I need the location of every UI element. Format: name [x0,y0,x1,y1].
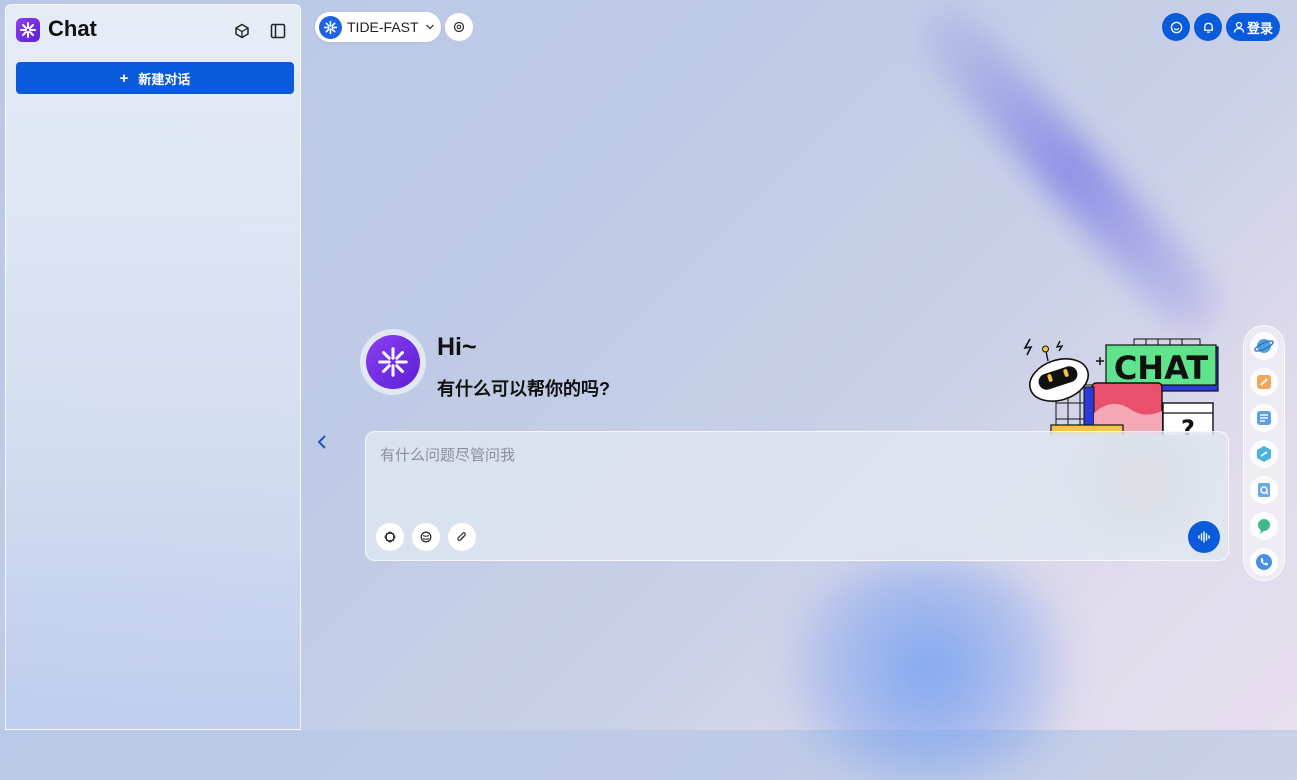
greeting-subtitle: 有什么可以帮你的吗? [437,379,610,399]
phone-icon [1256,554,1272,570]
app-title: Chat [48,16,97,41]
sidebar-toggle-icon[interactable] [267,20,289,42]
login-button[interactable]: 登录 [1226,13,1280,41]
background-stripe [907,0,1233,347]
new-chat-button[interactable]: + 新建对话 [16,62,294,94]
greeting-title: Hi~ [437,333,477,361]
web-search-button[interactable] [412,523,440,551]
plugin-button[interactable] [376,523,404,551]
gear-icon [453,21,465,33]
rail-item-search-doc[interactable] [1250,476,1278,504]
chevron-down-icon [425,24,434,30]
plugin-icon [384,531,396,543]
sidebar: Chat + 新建对话 [5,4,301,730]
paperclip-icon [457,532,466,541]
illustration-chat-text: CHAT [1114,349,1209,387]
login-label: 登录 [1246,20,1273,36]
attach-button[interactable] [448,523,476,551]
rail-item-phone[interactable] [1250,548,1278,576]
rail-item-document[interactable] [1250,404,1278,432]
chat-bubble-icon [1258,519,1270,534]
rail-item-planet[interactable] [1250,332,1278,360]
globe-icon [420,531,432,543]
chat-input-box [365,431,1229,561]
planet-icon [1254,339,1274,353]
rail-item-link[interactable] [1250,440,1278,468]
search-doc-icon [1258,483,1270,497]
cube-icon[interactable] [231,20,253,42]
smile-button[interactable] [1162,13,1190,41]
model-name: TIDE-FAST [347,19,419,35]
assistant-avatar [360,329,426,395]
app-logo [16,18,40,42]
audio-wave-icon [1198,531,1210,543]
edit-icon [1257,375,1271,389]
voice-input-button[interactable] [1188,521,1220,553]
notification-button[interactable] [1194,13,1222,41]
bell-icon [1203,22,1213,33]
logo-icon [20,22,36,38]
background-blob [760,560,1100,780]
chat-illustration: CHAT ? [1023,338,1219,435]
rail-item-chat[interactable] [1250,512,1278,540]
user-icon [1233,21,1245,33]
rail-item-edit[interactable] [1250,368,1278,396]
chevron-left-icon [317,435,326,449]
chat-input[interactable] [378,442,1202,506]
smile-icon [1170,21,1182,33]
tool-rail [1243,325,1285,581]
collapse-left-button[interactable] [313,431,331,453]
new-chat-label: 新建对话 [138,71,191,87]
model-selector[interactable]: TIDE-FAST [315,12,441,42]
document-icon [1257,411,1271,425]
plus-icon: + [119,69,129,87]
model-logo-icon [319,15,342,39]
assistant-logo-icon [378,347,408,377]
model-settings-button[interactable] [445,13,473,41]
link-icon [1257,446,1271,462]
